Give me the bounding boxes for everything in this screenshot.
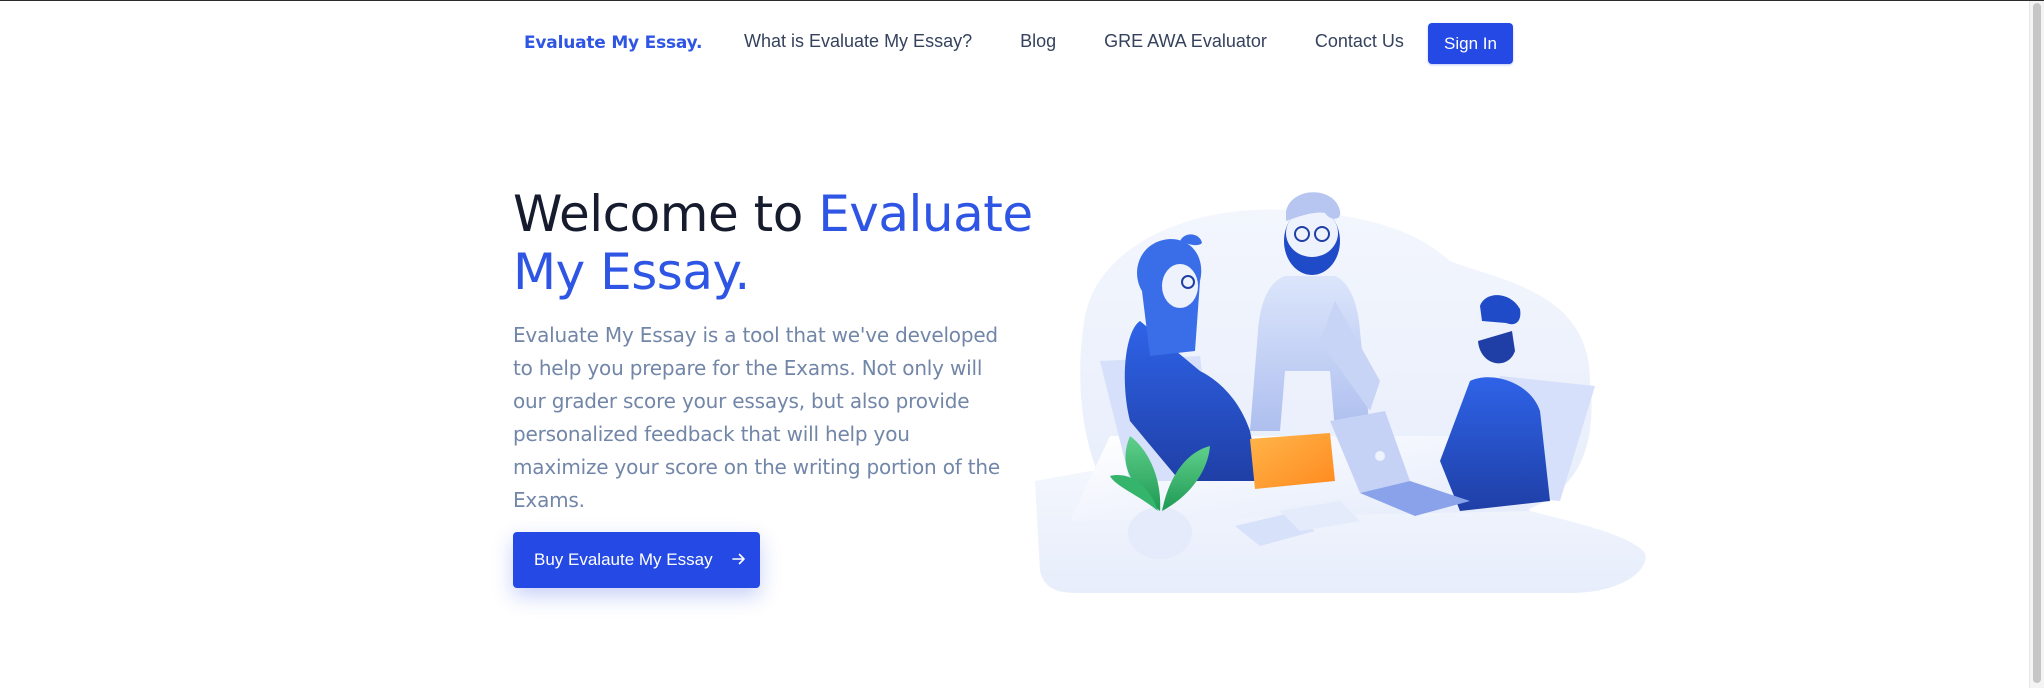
page: Evaluate My Essay. What is Evaluate My E… bbox=[0, 0, 2044, 688]
sign-in-button[interactable]: Sign In bbox=[1428, 23, 1513, 64]
team-working-illustration bbox=[1035, 192, 1646, 593]
scrollbar-thumb[interactable] bbox=[2033, 3, 2041, 683]
nav-link-what-is[interactable]: What is Evaluate My Essay? bbox=[744, 31, 972, 52]
nav-link-contact-us[interactable]: Contact Us bbox=[1315, 31, 1404, 52]
hero-title: Welcome to Evaluate My Essay. bbox=[513, 185, 1033, 301]
nav-link-blog[interactable]: Blog bbox=[1020, 31, 1056, 52]
hero-description: Evaluate My Essay is a tool that we've d… bbox=[513, 323, 1000, 512]
scrollbar[interactable] bbox=[2029, 1, 2044, 688]
arrow-right-icon bbox=[731, 550, 746, 570]
buy-button-label: Buy Evalaute My Essay bbox=[534, 550, 713, 569]
brand-logo[interactable]: Evaluate My Essay. bbox=[524, 33, 702, 53]
buy-button[interactable]: Buy Evalaute My Essay bbox=[513, 532, 760, 588]
nav-link-gre-awa-evaluator[interactable]: GRE AWA Evaluator bbox=[1104, 31, 1267, 52]
main-nav: What is Evaluate My Essay? Blog GRE AWA … bbox=[744, 31, 1452, 52]
hero-title-prefix: Welcome to bbox=[513, 185, 819, 243]
